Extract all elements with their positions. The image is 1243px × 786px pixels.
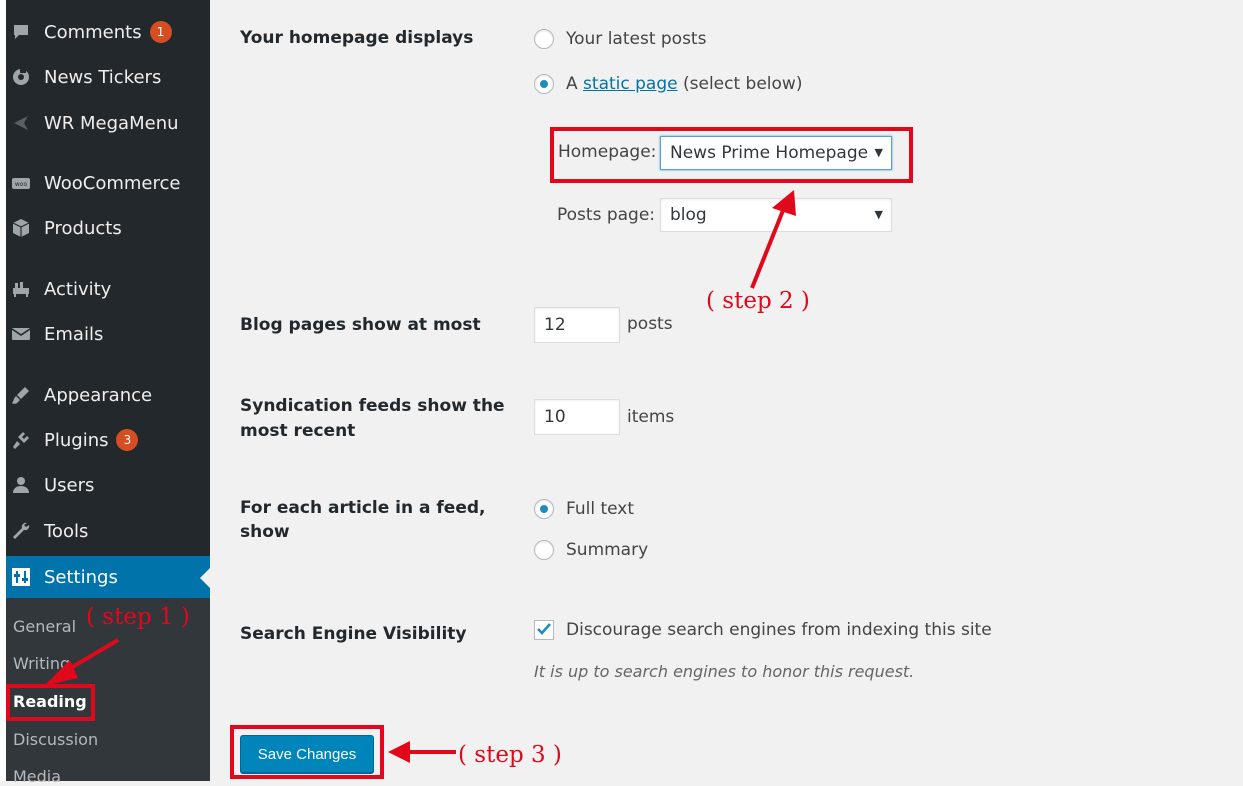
- comments-count-badge: 1: [149, 21, 172, 43]
- menu-label: Users: [44, 474, 95, 496]
- summary-radio[interactable]: [534, 540, 554, 560]
- menu-label: WR MegaMenu: [44, 112, 179, 134]
- menu-label: Comments: [44, 21, 142, 43]
- static-page-suffix: (select below): [683, 74, 803, 94]
- full-text-radio[interactable]: [534, 499, 554, 519]
- svg-text:woo: woo: [15, 181, 28, 188]
- menu-item-emails[interactable]: Emails: [6, 314, 210, 354]
- submenu-media[interactable]: Media: [13, 767, 61, 786]
- activity-icon: [10, 278, 32, 300]
- step3-annotation: ( step 3 ): [458, 742, 562, 768]
- reading-highlight-box: [6, 684, 95, 721]
- menu-label: Plugins: [44, 429, 109, 451]
- menu-item-settings[interactable]: Settings: [6, 556, 210, 598]
- search-visibility-label: Search Engine Visibility: [240, 624, 467, 644]
- homepage-displays-label: Your homepage displays: [240, 28, 474, 48]
- menu-item-tools[interactable]: Tools: [6, 511, 210, 551]
- ticker-icon: [10, 66, 32, 88]
- email-icon: [10, 323, 32, 345]
- static-page-link[interactable]: static page: [583, 74, 678, 94]
- full-text-text: Full text: [566, 499, 635, 519]
- posts-page-select[interactable]: blog ▼: [660, 198, 892, 232]
- menu-label: Activity: [44, 278, 112, 300]
- tools-icon: [10, 520, 32, 542]
- blog-pages-label: Blog pages show at most: [240, 315, 481, 335]
- megamenu-icon: [10, 112, 32, 134]
- users-icon: [10, 474, 32, 496]
- menu-item-users[interactable]: Users: [6, 465, 210, 505]
- menu-item-plugins[interactable]: Plugins 3: [6, 420, 210, 460]
- menu-label: WooCommerce: [44, 172, 181, 194]
- menu-item-appearance[interactable]: Appearance: [6, 375, 210, 415]
- plugins-icon: [10, 429, 32, 451]
- menu-item-wr-megamenu[interactable]: WR MegaMenu: [6, 103, 210, 143]
- feed-article-label-line2: show: [240, 522, 290, 542]
- menu-item-activity[interactable]: Activity: [6, 269, 210, 309]
- menu-label: News Tickers: [44, 66, 162, 88]
- menu-label: Tools: [44, 520, 89, 542]
- submenu-writing[interactable]: Writing: [13, 654, 70, 673]
- syndication-label-line2: most recent: [240, 421, 356, 441]
- settings-icon: [10, 566, 32, 588]
- feed-article-label-line1: For each article in a feed,: [240, 498, 486, 518]
- items-unit-label: items: [627, 407, 675, 427]
- static-page-radio[interactable]: [534, 74, 554, 94]
- active-indicator: [200, 568, 210, 588]
- feed-items-input[interactable]: 10: [534, 399, 620, 435]
- syndication-label-line1: Syndication feeds show the: [240, 396, 505, 416]
- static-page-option[interactable]: A static page (select below): [534, 74, 802, 94]
- menu-item-news-tickers[interactable]: News Tickers: [6, 57, 210, 97]
- menu-label: Appearance: [44, 384, 153, 406]
- menu-label: Settings: [44, 566, 118, 588]
- search-visibility-description: It is up to search engines to honor this…: [534, 662, 915, 681]
- step1-annotation: ( step 1 ): [86, 604, 190, 630]
- save-highlight-box: [230, 725, 384, 779]
- checkmark-icon: [537, 623, 551, 635]
- submenu-discussion[interactable]: Discussion: [13, 730, 98, 749]
- plugins-update-badge: 3: [116, 429, 139, 451]
- menu-item-woocommerce[interactable]: woo WooCommerce: [6, 163, 210, 203]
- comment-icon: [10, 21, 32, 43]
- latest-posts-text: Your latest posts: [566, 29, 707, 49]
- posts-page-select-value: blog: [670, 205, 707, 225]
- dropdown-arrow-icon: ▼: [874, 208, 883, 221]
- menu-item-comments[interactable]: Comments 1: [6, 12, 210, 52]
- reading-settings-form: Your homepage displays Your latest posts…: [210, 0, 1243, 781]
- products-icon: [10, 217, 32, 239]
- menu-label: Products: [44, 217, 122, 239]
- menu-item-products[interactable]: Products: [6, 208, 210, 248]
- posts-page-select-label: Posts page:: [557, 205, 656, 225]
- summary-text: Summary: [566, 540, 649, 560]
- submenu-general[interactable]: General: [13, 617, 76, 636]
- posts-unit-label: posts: [627, 314, 673, 334]
- discourage-search-text: Discourage search engines from indexing …: [566, 620, 992, 640]
- latest-posts-option[interactable]: Your latest posts: [534, 29, 706, 49]
- homepage-highlight-box: [550, 127, 913, 183]
- static-page-prefix: A: [566, 74, 578, 94]
- discourage-search-checkbox[interactable]: [534, 620, 554, 640]
- woocommerce-icon: woo: [10, 172, 32, 194]
- latest-posts-radio[interactable]: [534, 29, 554, 49]
- step2-annotation: ( step 2 ): [706, 288, 810, 314]
- admin-sidebar: Comments 1 News Tickers WR MegaMenu woo …: [6, 0, 210, 786]
- full-text-option[interactable]: Full text: [534, 499, 634, 519]
- summary-option[interactable]: Summary: [534, 540, 648, 560]
- menu-label: Emails: [44, 323, 104, 345]
- posts-per-page-input[interactable]: 12: [534, 307, 620, 343]
- appearance-icon: [10, 384, 32, 406]
- discourage-search-option[interactable]: Discourage search engines from indexing …: [534, 620, 992, 640]
